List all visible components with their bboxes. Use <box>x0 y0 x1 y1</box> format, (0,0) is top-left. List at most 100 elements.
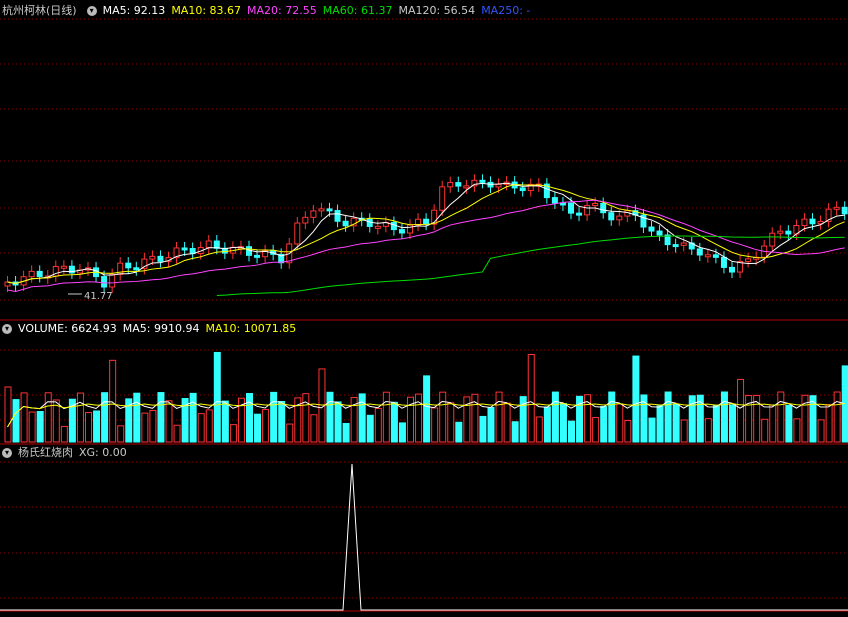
candle-body <box>133 267 140 271</box>
candle-body <box>584 205 591 216</box>
candle-body <box>769 232 776 247</box>
volume-bar <box>221 400 229 443</box>
candle-body <box>447 182 454 188</box>
volume-bar <box>270 391 278 443</box>
volume-bar <box>278 401 286 443</box>
candle-body <box>318 208 325 212</box>
candle-body <box>720 256 727 268</box>
volume-bar <box>431 407 439 443</box>
low-price-label: 41.77 <box>84 291 113 302</box>
candle-body <box>157 255 164 262</box>
volume-bar <box>720 391 728 443</box>
candle-body <box>374 225 381 229</box>
candle-body <box>125 262 132 269</box>
candle-body <box>109 273 116 288</box>
volume-bar <box>624 420 632 443</box>
volume-bar <box>382 391 390 443</box>
volume-bar <box>366 414 374 443</box>
volume-bar <box>149 409 157 443</box>
volume-bar <box>286 423 294 443</box>
volume-bar <box>551 391 559 443</box>
volume-bar <box>165 400 173 443</box>
candle-body <box>439 186 446 211</box>
volume-bar <box>664 391 672 443</box>
volume-bar <box>101 392 109 443</box>
volume-bar <box>487 406 495 443</box>
volume-bar <box>535 416 543 443</box>
volume-bar <box>672 403 680 443</box>
volume-bar <box>817 419 825 443</box>
candle-body <box>495 183 502 188</box>
volume-bar <box>326 391 334 443</box>
volume-bar <box>785 404 793 443</box>
volume-bar <box>205 409 213 443</box>
candle-body <box>608 212 615 221</box>
volume-bar <box>229 424 237 443</box>
candle-body <box>205 240 212 249</box>
candle-body <box>656 230 663 236</box>
ma60-line <box>216 235 845 297</box>
volume-bar <box>334 401 342 443</box>
volume-bar <box>141 412 149 443</box>
volume-bar <box>197 413 205 443</box>
volume-bar <box>825 404 833 443</box>
candle-body <box>568 202 574 214</box>
volume-bar <box>753 394 761 443</box>
volume-bar <box>608 391 616 443</box>
volume-bar <box>246 393 253 443</box>
volume-bar <box>600 405 608 443</box>
candle-body <box>254 254 261 258</box>
volume-bar <box>4 386 12 443</box>
volume-bar <box>117 425 125 443</box>
xg-signal-line <box>0 463 848 611</box>
candle-body <box>801 218 808 227</box>
volume-bar <box>415 393 423 443</box>
volume-bar <box>133 392 141 443</box>
volume-bar <box>20 392 28 443</box>
candle-body <box>463 185 470 189</box>
volume-bar <box>793 418 801 443</box>
candle-body <box>390 221 397 231</box>
volume-bar <box>439 391 447 443</box>
candle-body <box>833 206 840 210</box>
candle-body <box>479 179 486 183</box>
volume-bar <box>398 422 406 443</box>
candle-body <box>809 218 816 225</box>
candle-body <box>28 270 35 278</box>
candle-body <box>302 216 309 224</box>
candle-body <box>423 218 430 225</box>
volume-bar <box>712 405 720 443</box>
volume-bar <box>342 422 350 443</box>
volume-bar <box>503 402 511 443</box>
volume-bar <box>704 418 712 443</box>
volume-bar <box>479 415 487 443</box>
candle-body <box>672 244 679 248</box>
candle-body <box>777 230 784 234</box>
candle-body <box>559 202 566 206</box>
candle-body <box>745 258 752 263</box>
volume-bar <box>559 403 567 443</box>
volume-bar <box>310 414 318 443</box>
ma5-line <box>7 182 845 284</box>
volume-bar <box>85 412 92 443</box>
candle-body <box>60 265 67 269</box>
volume-bar <box>157 392 165 443</box>
volume-bar <box>511 421 519 443</box>
candle-body <box>294 222 301 245</box>
volume-bar <box>680 419 688 443</box>
volume-bar <box>173 424 181 443</box>
volume-bar <box>527 354 535 443</box>
volume-bar <box>254 413 262 443</box>
volume-bar <box>374 407 382 443</box>
candle-body <box>519 187 526 192</box>
kline-chart[interactable]: 41.77 <box>0 0 848 617</box>
candle-body <box>729 266 735 273</box>
candle-body <box>310 210 317 218</box>
volume-bar <box>390 401 398 443</box>
volume-bar <box>28 411 36 443</box>
volume-bar <box>358 393 366 443</box>
volume-bar <box>109 359 117 443</box>
candle-body <box>213 240 220 249</box>
volume-bar <box>592 417 600 443</box>
volume-bar <box>495 391 503 443</box>
